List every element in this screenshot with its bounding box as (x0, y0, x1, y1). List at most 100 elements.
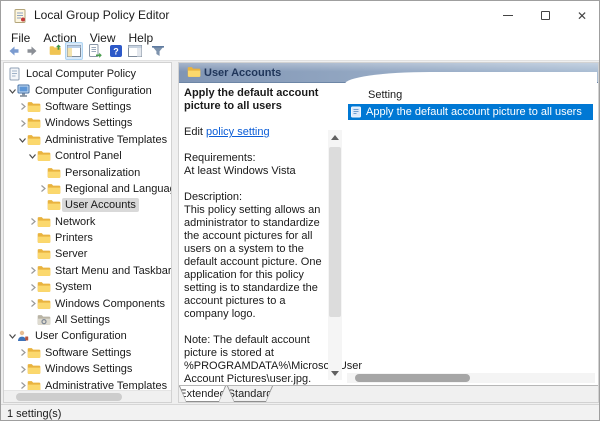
chevron-expanded-icon[interactable] (28, 152, 37, 161)
folder-icon (187, 66, 202, 79)
folder-icon (47, 199, 62, 212)
folder-icon (37, 248, 52, 261)
policy-root-icon (8, 67, 23, 81)
tree-item-user-accounts[interactable]: User Accounts (4, 197, 171, 213)
folder-icon (27, 363, 42, 376)
setting-row[interactable]: Apply the default account picture to all… (348, 104, 593, 120)
back-button[interactable] (5, 42, 23, 60)
folder-icon (47, 182, 62, 195)
console-tree-pane[interactable]: Local Computer Policy Computer Configurat… (3, 62, 172, 403)
setting-column-header[interactable]: Setting (368, 89, 402, 101)
title-bar[interactable]: Local Group Policy Editor ✕ (1, 1, 599, 30)
folder-icon (37, 297, 52, 310)
tree-item-printers[interactable]: Printers (4, 230, 171, 246)
chevron-collapsed-icon[interactable] (18, 119, 27, 128)
tree-item-label: Printers (55, 232, 93, 245)
tree-item-user-configuration[interactable]: User Configuration (4, 328, 171, 344)
chevron-collapsed-icon[interactable] (18, 348, 27, 357)
app-icon (12, 8, 28, 24)
chevron-collapsed-icon[interactable] (28, 283, 37, 292)
chevron-collapsed-icon[interactable] (28, 217, 37, 226)
close-button[interactable]: ✕ (562, 1, 599, 30)
window-title: Local Group Policy Editor (34, 8, 170, 22)
policy-setting-icon (350, 106, 362, 118)
tree-item-all-settings[interactable]: All Settings (4, 312, 171, 328)
tree-item-personalization[interactable]: Personalization (4, 164, 171, 180)
tree-item-windows-settings[interactable]: Windows Settings (4, 361, 171, 377)
tree-item-start-menu-and-taskbar[interactable]: Start Menu and Taskbar (4, 263, 171, 279)
tree-item-server[interactable]: Server (4, 246, 171, 262)
tree-item-label: Control Panel (55, 150, 122, 163)
tree-item-software-settings[interactable]: Software Settings (4, 345, 171, 361)
tree-item-label: Software Settings (45, 346, 132, 359)
description-vertical-scrollbar[interactable] (328, 130, 342, 380)
folder-icon (27, 117, 42, 130)
tree-item-windows-settings[interactable]: Windows Settings (4, 115, 171, 131)
list-horizontal-scrollbar[interactable] (347, 373, 595, 383)
tree-item-computer-configuration[interactable]: Computer Configuration (4, 82, 171, 98)
scroll-down-arrow[interactable] (328, 366, 342, 380)
tree-item-administrative-templates[interactable]: Administrative Templates (4, 132, 171, 148)
console-tree-icon (66, 43, 82, 59)
tree-item-label: Server (55, 248, 88, 261)
chevron-placeholder (28, 250, 37, 259)
chevron-collapsed-icon[interactable] (18, 381, 27, 390)
toolbar: ? (1, 42, 599, 60)
folder-icon (47, 166, 62, 179)
status-text: 1 setting(s) (7, 408, 62, 420)
tree-horizontal-scrollbar[interactable] (4, 390, 171, 402)
details-pane: User Accounts Setting Apply the default … (178, 62, 599, 403)
list-scrollbar-thumb[interactable] (355, 374, 470, 382)
help-button[interactable]: ? (107, 42, 125, 60)
filter-button[interactable] (149, 42, 167, 60)
tab-standard[interactable]: Standard (227, 386, 273, 402)
tree-item-local-computer-policy[interactable]: Local Computer Policy (4, 66, 171, 82)
tree-item-label: User Accounts (62, 198, 139, 213)
folder-icon (37, 232, 52, 245)
maximize-button[interactable] (525, 1, 565, 30)
tree-item-network[interactable]: Network (4, 214, 171, 230)
show-console-tree-button[interactable] (65, 42, 83, 60)
show-action-pane-button[interactable] (126, 42, 144, 60)
minimize-button[interactable] (488, 1, 528, 30)
tree-scrollbar-thumb[interactable] (16, 393, 122, 401)
chevron-expanded-icon[interactable] (8, 86, 17, 95)
chevron-placeholder (28, 234, 37, 243)
export-list-button[interactable] (86, 42, 104, 60)
tree-item-label: Windows Settings (45, 117, 133, 130)
user-icon (17, 330, 32, 343)
tree-item-regional-and-language-options[interactable]: Regional and Language Options (4, 181, 171, 197)
folder-icon (37, 150, 52, 163)
chevron-collapsed-icon[interactable] (18, 365, 27, 374)
setting-row-label: Apply the default account picture to all… (366, 106, 582, 118)
policy-title: Apply the default account picture to all… (184, 87, 319, 112)
chevron-collapsed-icon[interactable] (38, 184, 47, 193)
chevron-placeholder (38, 168, 47, 177)
folder-icon (37, 281, 52, 294)
chevron-collapsed-icon[interactable] (18, 102, 27, 111)
description-scrollbar-thumb[interactable] (329, 147, 341, 317)
folder-icon (27, 100, 42, 113)
all-settings-icon (37, 314, 52, 327)
local-group-policy-editor-window: Local Group Policy Editor ✕ File Action Vi… (0, 0, 600, 421)
scroll-up-arrow[interactable] (328, 130, 342, 144)
tree-item-windows-components[interactable]: Windows Components (4, 295, 171, 311)
edit-prefix: Edit (184, 126, 207, 138)
folder-icon (27, 133, 42, 146)
tree-item-control-panel[interactable]: Control Panel (4, 148, 171, 164)
computer-icon (17, 84, 32, 97)
tree-item-label: Regional and Language Options (65, 182, 171, 195)
tree-item-system[interactable]: System (4, 279, 171, 295)
tab-extended[interactable]: Extended (179, 386, 226, 402)
edit-policy-setting-link[interactable]: policy setting (206, 126, 270, 138)
chevron-expanded-icon[interactable] (18, 135, 27, 144)
back-arrow-icon (6, 43, 22, 59)
chevron-expanded-icon[interactable] (8, 332, 17, 341)
up-one-level-button[interactable] (47, 42, 65, 60)
requirements-block: Requirements: At least Windows Vista (184, 152, 324, 178)
forward-button[interactable] (23, 42, 41, 60)
tab-label: Standard (227, 387, 273, 400)
chevron-collapsed-icon[interactable] (28, 266, 37, 275)
chevron-collapsed-icon[interactable] (28, 299, 37, 308)
tree-item-software-settings[interactable]: Software Settings (4, 99, 171, 115)
